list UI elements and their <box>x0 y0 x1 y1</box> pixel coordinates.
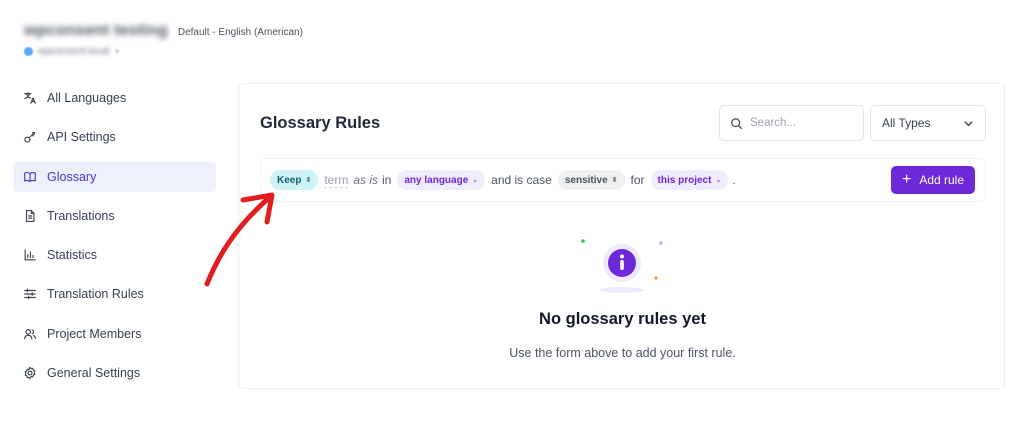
rule-as-is-text: as is <box>353 173 379 187</box>
glossary-card: Glossary Rules All Types Keep ⬍ term as … <box>238 83 1005 389</box>
translate-icon <box>23 91 37 105</box>
shadow-ellipse <box>600 287 644 293</box>
chevron-down-icon: ▾ <box>115 47 120 56</box>
sidebar-nav: All Languages API Settings Glossary Tran… <box>13 83 216 397</box>
sidebar-item-statistics[interactable]: Statistics <box>13 240 216 270</box>
rule-language-select[interactable]: any language ⌄ <box>397 170 486 190</box>
search-icon <box>731 117 743 129</box>
document-icon <box>23 209 37 223</box>
globe-icon <box>24 47 33 56</box>
gear-icon <box>23 366 37 380</box>
search-input[interactable] <box>750 117 855 129</box>
page-title: Glossary Rules <box>260 114 381 132</box>
sidebar-item-label: General Settings <box>47 366 141 381</box>
chevron-down-icon: ⌄ <box>715 177 722 184</box>
empty-state-subtitle: Use the form above to add your first rul… <box>509 346 736 360</box>
sidebar-item-project-members[interactable]: Project Members <box>13 319 216 349</box>
sidebar-item-translation-rules[interactable]: Translation Rules <box>13 279 216 309</box>
decor-dot-green <box>581 239 585 243</box>
rule-in-text: in <box>382 173 392 187</box>
chevron-updown-icon: ⬍ <box>611 177 618 184</box>
type-filter-value: All Types <box>882 116 931 130</box>
sidebar-item-label: Statistics <box>47 248 98 263</box>
rule-builder: Keep ⬍ term as is in any language ⌄ and … <box>260 158 986 202</box>
info-stem <box>620 260 624 270</box>
sidebar-item-label: Project Members <box>47 326 142 341</box>
sidebar-item-label: API Settings <box>47 130 116 145</box>
site-header: wpconsent testing Default - English (Ame… <box>24 22 303 57</box>
sidebar-item-label: All Languages <box>47 91 127 105</box>
chevron-down-icon <box>964 120 973 126</box>
bar-chart-icon <box>23 248 37 262</box>
rule-for-text: for <box>630 173 645 187</box>
key-icon <box>23 130 37 144</box>
add-rule-label: Add rule <box>919 173 965 187</box>
sidebar-item-api-settings[interactable]: API Settings <box>13 122 216 152</box>
type-filter-select[interactable]: All Types <box>870 105 986 141</box>
rule-period: . <box>732 173 736 187</box>
rule-scope-label: this project <box>657 174 712 186</box>
rule-case-label: sensitive <box>564 174 608 186</box>
domain-switcher[interactable]: wpconsent.local ▾ <box>24 46 303 57</box>
decor-dot-lavender <box>659 241 663 245</box>
rule-case-select[interactable]: sensitive ⬍ <box>557 170 625 190</box>
sidebar-item-label: Glossary <box>47 169 97 184</box>
chevron-updown-icon: ⬍ <box>305 177 312 184</box>
sliders-icon <box>23 287 37 301</box>
rule-case-text: and is case <box>491 173 552 187</box>
rule-scope-select[interactable]: this project ⌄ <box>650 170 729 190</box>
site-name: wpconsent testing <box>24 22 168 39</box>
search-field[interactable] <box>719 105 864 141</box>
add-rule-button[interactable]: + Add rule <box>891 166 975 194</box>
users-icon <box>23 327 37 341</box>
empty-state-title: No glossary rules yet <box>539 310 706 328</box>
sidebar-item-translations[interactable]: Translations <box>13 201 216 231</box>
info-icon <box>581 239 663 293</box>
chevron-down-icon: ⌄ <box>472 177 479 184</box>
sidebar-item-label: Translation Rules <box>47 287 144 302</box>
sidebar-item-glossary[interactable]: Glossary <box>13 161 216 192</box>
sidebar-item-general-settings[interactable]: General Settings <box>13 358 216 388</box>
rule-term-input[interactable]: term <box>324 173 349 188</box>
site-language: Default - English (American) <box>177 26 303 38</box>
sidebar-item-all-languages[interactable]: All Languages <box>13 83 216 113</box>
sidebar-item-label: Translations <box>47 208 115 223</box>
info-dot <box>620 254 624 259</box>
plus-icon: + <box>901 171 912 188</box>
decor-dot-orange <box>654 276 658 280</box>
domain-text: wpconsent.local <box>38 46 110 57</box>
book-icon <box>23 170 37 184</box>
rule-language-label: any language <box>404 174 469 186</box>
annotation-arrow-icon <box>204 192 275 287</box>
